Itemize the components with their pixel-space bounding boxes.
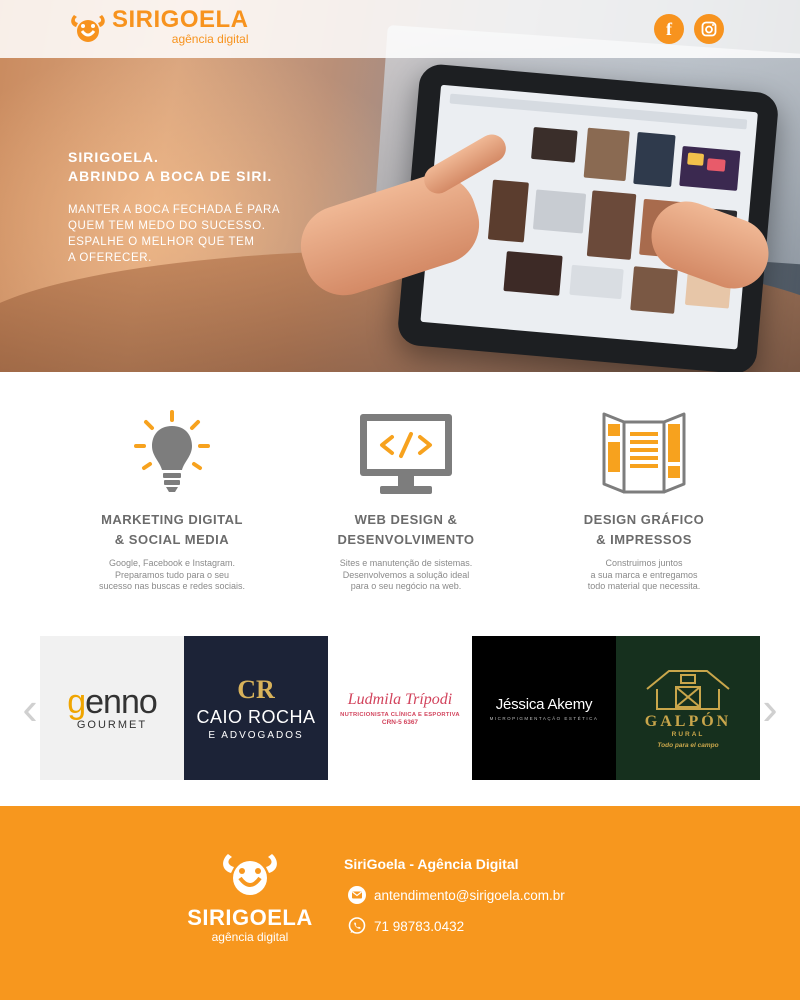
galpon-name: GALPÓN (644, 713, 732, 730)
service-title: WEB DESIGN & DESENVOLVIMENTO (306, 510, 506, 550)
service-title: MARKETING DIGITAL & SOCIAL MEDIA (72, 510, 272, 550)
email-icon (348, 886, 366, 904)
genno-wordmark: genno (67, 683, 158, 721)
caio-monogram: CR (237, 675, 275, 704)
client-logo-caio-rocha[interactable]: CR CAIO ROCHA E ADVOGADOS (184, 636, 328, 780)
service-title-line: MARKETING DIGITAL (101, 512, 243, 527)
hero-body-line: ESPALHE O MELHOR QUE TEM (68, 236, 255, 248)
service-title-line: DESENVOLVIMENTO (337, 532, 475, 547)
footer-phone-row[interactable]: 71 98783.0432 (348, 917, 464, 935)
crab-logo-icon (71, 14, 105, 42)
service-desc-line: a sua marca e entregamos (590, 569, 698, 580)
barn-icon (646, 670, 730, 710)
footer-logo[interactable]: SIRIGOELA agência digital (180, 846, 320, 943)
caio-subtitle: E ADVOGADOS (208, 730, 304, 741)
footer-phone[interactable]: 71 98783.0432 (374, 919, 464, 934)
service-description: Sites e manutenção de sistemas. Desenvol… (306, 558, 506, 593)
hero-title-line-1: SIRIGOELA. (68, 149, 159, 165)
service-desc-line: todo material que necessita. (587, 581, 701, 591)
service-title: DESIGN GRÁFICO & IMPRESSOS (544, 510, 744, 550)
lightbulb-icon (134, 410, 210, 492)
hero-title: SIRIGOELA. ABRINDO A BOCA DE SIRI. (68, 148, 318, 186)
whatsapp-icon (348, 917, 366, 935)
carousel-next-icon[interactable]: › (756, 684, 784, 732)
brand-name: SIRIGOELA (112, 6, 249, 33)
galpon-subtitle: RURAL (671, 731, 705, 738)
brand-logo[interactable]: SIRIGOELA agência digital (68, 8, 249, 45)
footer-brand-tagline: agência digital (211, 930, 289, 944)
top-navigation-bar: SIRIGOELA agência digital f (0, 0, 800, 58)
jessica-name: Jéssica Akemy (495, 695, 593, 713)
caio-name: CAIO ROCHA (196, 707, 316, 727)
client-logo-ludmila[interactable]: Ludmila Trípodi NUTRICIONISTA CLÍNICA E … (328, 636, 472, 780)
client-logo-jessica[interactable]: Jéssica Akemy MICROPIGMENTAÇÃO ESTÉTICA (472, 636, 616, 780)
footer-title: SiriGoela - Agência Digital (344, 856, 519, 872)
hero-body: MANTER A BOCA FECHADA É PARA QUEM TEM ME… (68, 202, 318, 266)
service-desc-line: Google, Facebook e Instagram. (108, 558, 236, 568)
services-section: MARKETING DIGITAL & SOCIAL MEDIA Google,… (0, 372, 800, 636)
service-desc-line: Construimos juntos (605, 558, 683, 568)
instagram-icon[interactable] (694, 14, 724, 44)
clients-carousel: genno GOURMET CR CAIO ROCHA E ADVOGADOS … (0, 636, 800, 781)
service-desc-line: Sites e manutenção de sistemas. (339, 558, 473, 568)
genno-subtitle: GOURMET (76, 719, 148, 731)
hero-body-line: A OFERECER. (68, 252, 152, 264)
service-desc-line: Desenvolvemos a solução ideal (342, 569, 470, 580)
service-title-line: & SOCIAL MEDIA (114, 532, 230, 547)
service-desc-line: sucesso nas buscas e redes sociais. (98, 581, 246, 591)
brochure-icon (602, 412, 686, 494)
ludmila-crn: CRN-5 6367 (381, 718, 419, 726)
jessica-subtitle: MICROPIGMENTAÇÃO ESTÉTICA (489, 715, 599, 721)
client-logo-genno[interactable]: genno GOURMET (40, 636, 184, 780)
client-logo-galpon[interactable]: GALPÓN RURAL Todo para el campo (616, 636, 760, 780)
carousel-prev-icon[interactable]: ‹ (16, 684, 44, 732)
hero-text: SIRIGOELA. ABRINDO A BOCA DE SIRI. MANTE… (68, 148, 318, 266)
hero-body-line: MANTER A BOCA FECHADA É PARA (68, 204, 281, 216)
service-description: Google, Facebook e Instagram. Preparamos… (72, 558, 272, 593)
footer: SIRIGOELA agência digital SiriGoela - Ag… (0, 806, 800, 1000)
service-description: Construimos juntos a sua marca e entrega… (544, 558, 744, 593)
service-title-line: WEB DESIGN & (354, 512, 458, 527)
service-desc-line: Preparamos tudo para o seu (114, 569, 230, 580)
ludmila-subtitle: NUTRICIONISTA CLÍNICA E ESPORTIVA (340, 711, 460, 718)
footer-brand-name: SIRIGOELA (187, 905, 313, 930)
hero-banner: SIRIGOELA agência digital f SIRIGOELA. A… (0, 0, 800, 372)
footer-email-row[interactable]: antendimento@sirigoela.com.br (348, 886, 565, 904)
crab-logo-icon (223, 854, 277, 895)
service-title-line: & IMPRESSOS (596, 532, 692, 547)
service-title-line: DESIGN GRÁFICO (583, 512, 705, 527)
facebook-icon[interactable]: f (654, 14, 684, 44)
brand-tagline: agência digital (171, 32, 249, 46)
footer-email[interactable]: antendimento@sirigoela.com.br (374, 888, 565, 903)
service-desc-line: para o seu negócio na web. (350, 581, 462, 591)
galpon-tagline: Todo para el campo (657, 742, 719, 749)
ludmila-name: Ludmila Trípodi (347, 690, 453, 708)
hero-title-line-2: ABRINDO A BOCA DE SIRI. (68, 168, 273, 184)
hero-body-line: QUEM TEM MEDO DO SUCESSO. (68, 220, 266, 232)
monitor-code-icon (360, 414, 452, 494)
